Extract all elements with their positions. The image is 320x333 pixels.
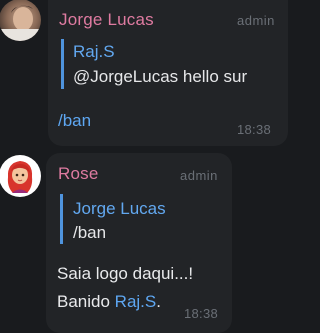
reply-text: /ban — [73, 223, 107, 242]
reply-quote[interactable]: Raj.S @JorgeLucas hello sur — [61, 39, 261, 89]
reply-quote[interactable]: Jorge Lucas /ban — [60, 194, 220, 244]
admin-badge: admin — [180, 168, 218, 183]
admin-badge: admin — [237, 13, 275, 28]
message-bubble-jorge-lucas[interactable]: Jorge Lucas admin Raj.S @JorgeLucas hell… — [48, 0, 288, 146]
sender-name[interactable]: Rose — [58, 164, 99, 184]
message-time: 18:38 — [184, 306, 219, 321]
user-mention-link[interactable]: Raj.S — [115, 292, 157, 311]
message-text: Banido — [57, 292, 115, 311]
message-command-link[interactable]: /ban — [58, 111, 91, 131]
message-text: . — [156, 292, 161, 311]
reply-author: Jorge Lucas — [73, 199, 166, 218]
reply-author: Raj.S — [73, 42, 115, 61]
message-text-line: Banido Raj.S. — [57, 292, 161, 312]
message-bubble-rose[interactable]: Rose admin Jorge Lucas /ban Saia logo da… — [46, 153, 232, 333]
message-time: 18:38 — [237, 122, 272, 137]
message-text-line: Saia logo daqui...! — [57, 264, 194, 283]
reply-text: @JorgeLucas hello sur — [73, 67, 248, 86]
sender-name[interactable]: Jorge Lucas — [59, 10, 154, 30]
jorge-lucas-avatar[interactable] — [0, 0, 41, 41]
rose-avatar[interactable] — [0, 155, 41, 197]
